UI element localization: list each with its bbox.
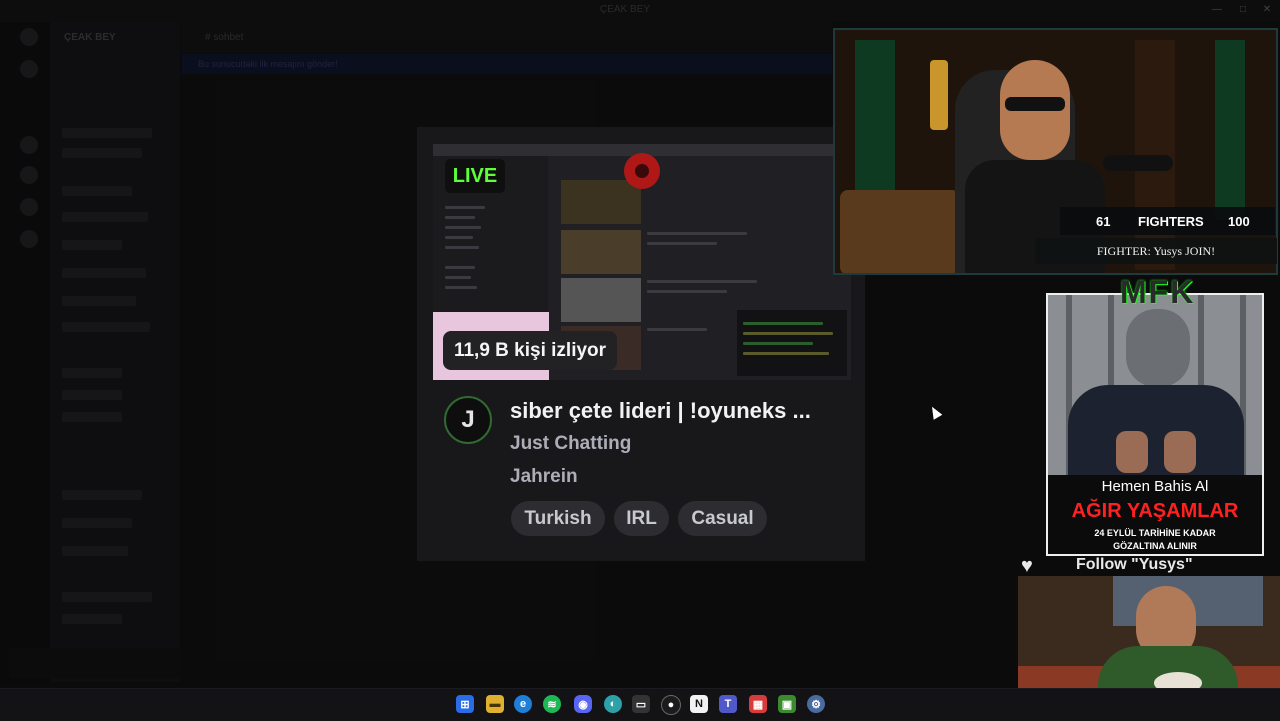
record-indicator-core — [635, 164, 649, 178]
server-icon[interactable] — [20, 136, 38, 154]
live-badge: LIVE — [445, 159, 505, 193]
viewer-count: 11,9 B kişi izliyor — [443, 331, 617, 370]
tag-turkish[interactable]: Turkish — [511, 501, 605, 536]
spotify-icon[interactable]: ≋ — [543, 695, 561, 713]
server-name[interactable]: ÇEAK BEY — [64, 32, 116, 43]
tag-irl[interactable]: IRL — [614, 501, 669, 536]
streamer-name[interactable]: Jahrein — [510, 466, 578, 488]
channel-item[interactable] — [62, 490, 142, 500]
heart-icon: ♥ — [1021, 555, 1033, 577]
windows-start-icon[interactable]: ⊞ — [456, 695, 474, 713]
server-sidebar — [0, 22, 50, 682]
ad-headline: AĞIR YAŞAMLAR — [1071, 500, 1239, 522]
fighters-left-count: 61 — [1096, 214, 1111, 229]
notion-icon[interactable]: N — [690, 695, 708, 713]
chat-channel-title: # sohbet — [205, 32, 244, 43]
fighters-counter-bar: 61 FIGHTERS 100 — [1060, 207, 1275, 235]
channel-item[interactable] — [62, 296, 136, 306]
ad-subline-1: 24 EYLÜL TARİHİNE KADAR — [1094, 528, 1216, 538]
channel-list — [50, 22, 180, 682]
channel-item[interactable] — [62, 240, 122, 250]
channel-item[interactable] — [62, 614, 122, 624]
edge-icon[interactable]: e — [514, 695, 532, 713]
stream-category[interactable]: Just Chatting — [510, 433, 631, 455]
background-window-title: ÇEAK BEY — [600, 4, 651, 15]
chat-banner-text: Bu sunucudaki ilk mesajını gönder! — [198, 59, 338, 69]
file-explorer-icon[interactable]: ▬ — [486, 695, 504, 713]
channel-item[interactable] — [62, 546, 128, 556]
minecraft-icon[interactable]: ▣ — [778, 695, 796, 713]
server-icon[interactable] — [20, 28, 38, 46]
sponsor-logo: MFK — [1120, 274, 1196, 310]
fighter-join-alert: FIGHTER: Yusys JOIN! — [1035, 238, 1277, 264]
channel-item[interactable] — [62, 128, 152, 138]
app-icon[interactable]: ▭ — [632, 695, 650, 713]
channel-item[interactable] — [62, 148, 142, 158]
minimize-icon[interactable]: — — [1210, 4, 1224, 16]
server-icon[interactable] — [20, 60, 38, 78]
fighters-right-count: 100 — [1228, 214, 1250, 229]
user-panel — [10, 648, 180, 678]
channel-item[interactable] — [62, 268, 146, 278]
channel-item[interactable] — [62, 212, 148, 222]
tag-casual[interactable]: Casual — [678, 501, 767, 536]
channel-item[interactable] — [62, 518, 132, 528]
ad-tagline: Hemen Bahis Al — [1101, 478, 1209, 495]
channel-item[interactable] — [62, 368, 122, 378]
follow-alert: Follow "Yusys" — [1076, 556, 1193, 573]
channel-item[interactable] — [62, 592, 152, 602]
teams-icon[interactable]: T — [719, 695, 737, 713]
channel-item[interactable] — [62, 322, 150, 332]
server-icon[interactable] — [20, 166, 38, 184]
channel-item[interactable] — [62, 186, 132, 196]
browser-icon[interactable]: ◐ — [604, 695, 622, 713]
chat-header — [182, 22, 832, 52]
maximize-icon[interactable]: □ — [1236, 4, 1250, 16]
server-icon[interactable] — [20, 198, 38, 216]
fighters-label: FIGHTERS — [1138, 214, 1204, 229]
channel-item[interactable] — [62, 390, 122, 400]
ad-subline-2: GÖZALTINA ALINIR — [1113, 541, 1197, 551]
settings-icon[interactable]: ⚙ — [807, 695, 825, 713]
server-icon[interactable] — [20, 230, 38, 248]
close-icon[interactable]: ✕ — [1260, 4, 1274, 16]
stream-title[interactable]: siber çete lideri | !oyuneks ... — [510, 398, 850, 424]
discord-icon[interactable]: ◉ — [574, 695, 592, 713]
channel-avatar[interactable]: J — [444, 396, 492, 444]
channel-item[interactable] — [62, 412, 122, 422]
obs-icon[interactable]: ● — [661, 695, 681, 715]
calendar-icon[interactable]: ▦ — [749, 695, 767, 713]
